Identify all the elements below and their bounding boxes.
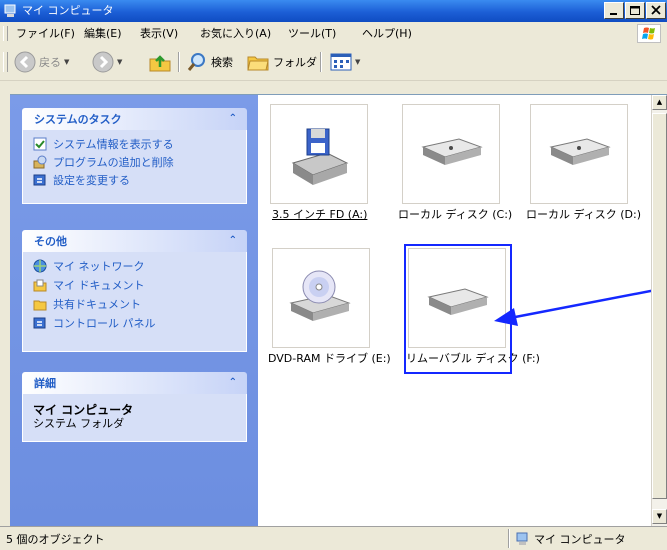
status-bar: 5 個のオブジェクト マイ コンピュータ xyxy=(0,526,667,550)
scroll-up-button[interactable]: ▲ xyxy=(652,95,667,110)
scroll-down-button[interactable]: ▼ xyxy=(652,509,667,524)
system-tasks-body: システム情報を表示する プログラムの追加と削除 設定を変更する xyxy=(22,130,247,204)
back-label: 戻る xyxy=(39,55,61,69)
windows-logo-icon xyxy=(637,24,661,43)
place-my-network[interactable]: マイ ネットワーク xyxy=(33,258,145,274)
details-item-type: システム フォルダ xyxy=(33,417,125,430)
status-location: マイ コンピュータ xyxy=(516,532,626,546)
drive-c-tile[interactable] xyxy=(402,104,500,204)
control-panel-icon xyxy=(33,174,46,186)
details-body: マイ コンピュータ システム フォルダ xyxy=(22,394,247,442)
explorer-window: マイ コンピュータ ファイル(F) 編集(E) 表示(V) お気に入り(A) ツ… xyxy=(0,0,667,550)
views-button[interactable]: ▼ xyxy=(330,51,360,73)
maximize-button[interactable] xyxy=(625,2,645,19)
task-add-remove-programs[interactable]: プログラムの追加と削除 xyxy=(33,154,174,170)
task-view-system-info[interactable]: システム情報を表示する xyxy=(33,136,174,152)
my-computer-icon xyxy=(516,532,528,545)
details-header[interactable]: 詳細 ⌃ xyxy=(22,372,247,394)
floppy-drive-icon xyxy=(291,128,349,185)
my-computer-icon xyxy=(4,4,16,17)
other-places-panel: その他 ⌃ マイ ネットワーク マイ ドキュメント 共有ドキュメント コントロー… xyxy=(22,230,247,352)
drive-d-label[interactable]: ローカル ディスク (D:) xyxy=(526,208,641,221)
other-places-title: その他 xyxy=(34,235,67,248)
folders-label: フォルダ xyxy=(273,55,317,69)
drive-a-label[interactable]: 3.5 インチ FD (A:) xyxy=(272,208,367,221)
menu-tools[interactable]: ツール(T) xyxy=(288,27,336,40)
up-folder-button[interactable] xyxy=(148,51,172,73)
add-remove-programs-icon xyxy=(33,155,47,169)
place-shared-documents[interactable]: 共有ドキュメント xyxy=(33,296,141,312)
menu-view[interactable]: 表示(V) xyxy=(140,27,178,40)
menu-bar: ファイル(F) 編集(E) 表示(V) お気に入り(A) ツール(T) ヘルプ(… xyxy=(0,22,667,45)
toolbar-separator xyxy=(320,52,322,72)
hard-disk-icon xyxy=(421,138,483,165)
menu-grip[interactable] xyxy=(3,26,8,41)
window-controls xyxy=(604,2,666,20)
drive-c-label[interactable]: ローカル ディスク (C:) xyxy=(398,208,512,221)
other-places-body: マイ ネットワーク マイ ドキュメント 共有ドキュメント コントロール パネル xyxy=(22,252,247,352)
forward-dropdown-icon[interactable]: ▼ xyxy=(117,58,122,66)
menu-favorites[interactable]: お気に入り(A) xyxy=(200,27,271,40)
menu-file[interactable]: ファイル(F) xyxy=(16,27,75,40)
forward-arrow-icon xyxy=(92,51,114,73)
close-button[interactable] xyxy=(646,2,666,19)
folders-icon xyxy=(247,56,269,71)
place-control-panel[interactable]: コントロール パネル xyxy=(33,315,156,331)
minimize-icon xyxy=(610,13,617,15)
search-button[interactable]: 検索 xyxy=(186,51,233,73)
toolbar-separator xyxy=(178,52,180,72)
task-change-settings[interactable]: 設定を変更する xyxy=(33,172,130,188)
other-places-header[interactable]: その他 ⌃ xyxy=(22,230,247,252)
details-title: 詳細 xyxy=(34,377,56,390)
title-bar[interactable]: マイ コンピュータ xyxy=(0,0,667,22)
object-count: 5 個のオブジェクト xyxy=(6,533,105,546)
hard-disk-icon xyxy=(549,138,611,165)
drive-a-tile[interactable] xyxy=(270,104,368,204)
maximize-icon xyxy=(630,6,640,15)
drive-e-tile[interactable] xyxy=(272,248,370,348)
dvd-drive-icon xyxy=(289,270,351,321)
toolbar-grip[interactable] xyxy=(3,52,8,72)
system-tasks-title: システムのタスク xyxy=(34,113,122,126)
up-folder-icon xyxy=(149,55,171,72)
status-divider xyxy=(508,529,510,548)
system-tasks-header[interactable]: システムのタスク ⌃ xyxy=(22,108,247,130)
back-dropdown-icon[interactable]: ▼ xyxy=(64,58,69,66)
standard-toolbar: 戻る ▼ ▼ 検索 フォルダ ▼ xyxy=(0,44,667,81)
details-panel: 詳細 ⌃ マイ コンピュータ システム フォルダ xyxy=(22,372,247,442)
system-tasks-panel: システムのタスク ⌃ システム情報を表示する プログラムの追加と削除 設定を変更… xyxy=(22,108,247,204)
views-icon xyxy=(330,53,352,71)
window-title: マイ コンピュータ xyxy=(22,4,114,17)
network-icon xyxy=(33,259,47,273)
minimize-button[interactable] xyxy=(604,2,624,19)
vertical-scrollbar[interactable]: ▲ ▼ xyxy=(651,95,667,526)
annotation-arrow-icon xyxy=(494,286,667,326)
back-button[interactable]: 戻る ▼ xyxy=(14,51,69,73)
folders-button[interactable]: フォルダ xyxy=(246,51,317,73)
system-info-icon xyxy=(33,137,47,151)
close-icon xyxy=(651,5,661,15)
menu-help[interactable]: ヘルプ(H) xyxy=(362,27,412,40)
search-label: 検索 xyxy=(211,55,233,69)
my-documents-icon xyxy=(33,279,47,292)
status-location-label: マイ コンピュータ xyxy=(534,532,626,546)
forward-button[interactable]: ▼ xyxy=(92,51,122,73)
details-item-name: マイ コンピュータ xyxy=(33,403,134,417)
scroll-thumb[interactable] xyxy=(652,113,667,499)
shared-folder-icon xyxy=(33,300,47,311)
views-dropdown-icon[interactable]: ▼ xyxy=(355,58,360,66)
back-arrow-icon xyxy=(14,51,36,73)
drive-e-label[interactable]: DVD-RAM ドライブ (E:) xyxy=(268,352,391,365)
collapse-chevron-icon[interactable]: ⌃ xyxy=(229,235,237,247)
menu-edit[interactable]: 編集(E) xyxy=(84,27,122,40)
place-my-documents[interactable]: マイ ドキュメント xyxy=(33,277,145,293)
collapse-chevron-icon[interactable]: ⌃ xyxy=(229,377,237,389)
task-pane: システムのタスク ⌃ システム情報を表示する プログラムの追加と削除 設定を変更… xyxy=(10,95,258,526)
search-icon xyxy=(187,53,205,71)
collapse-chevron-icon[interactable]: ⌃ xyxy=(229,113,237,125)
control-panel-icon xyxy=(33,317,46,329)
drive-d-tile[interactable] xyxy=(530,104,628,204)
